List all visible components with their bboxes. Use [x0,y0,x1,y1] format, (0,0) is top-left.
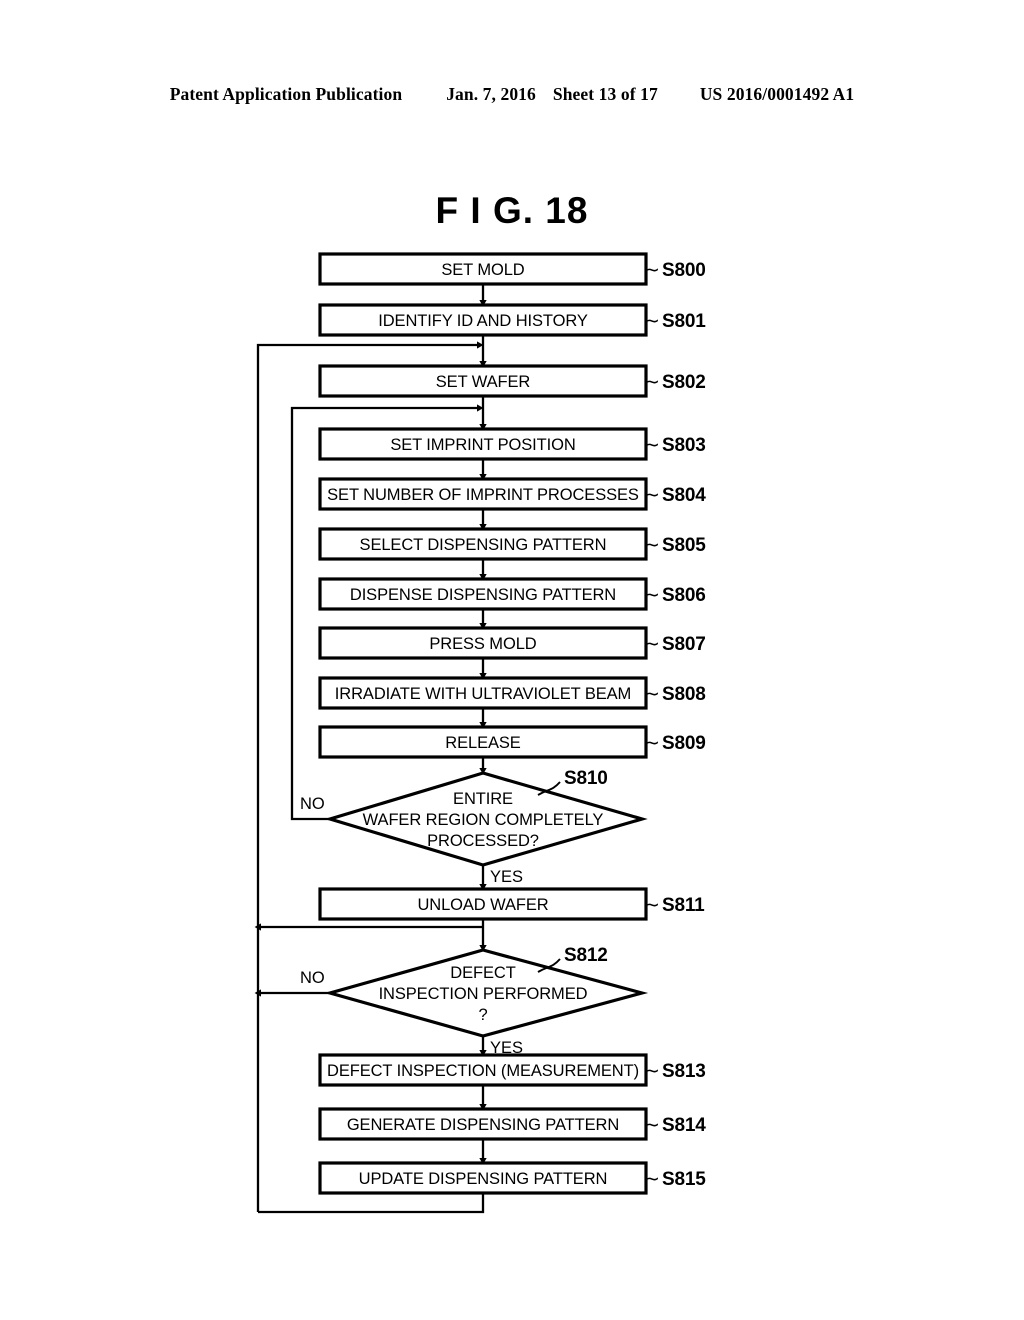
flow-node-s804: SET NUMBER OF IMPRINT PROCESSES ∼ S804 [318,477,706,511]
process-label-s804: SET NUMBER OF IMPRINT PROCESSES [327,486,639,504]
process-label-s815: UPDATE DISPENSING PATTERN [359,1170,608,1188]
step-ref-s801: S801 [662,311,706,332]
flow-node-s801: IDENTIFY ID AND HISTORY ∼ S801 [318,303,706,337]
flow-node-s811: UNLOAD WAFER ∼ S811 [318,887,705,921]
flow-node-s813: DEFECT INSPECTION (MEASUREMENT) ∼ S813 [318,1053,706,1087]
ref-tilde-s814: ∼ [644,1115,660,1136]
process-label-s811: UNLOAD WAFER [417,896,548,914]
ref-tilde-s815: ∼ [644,1169,660,1190]
process-label-s813: DEFECT INSPECTION (MEASUREMENT) [327,1062,639,1080]
process-label-s806: DISPENSE DISPENSING PATTERN [350,586,616,604]
ref-tilde-s802: ∼ [644,372,660,393]
decision-label-s812-line1: DEFECT [450,964,515,982]
flow-node-s808: IRRADIATE WITH ULTRAVIOLET BEAM ∼ S808 [318,676,706,710]
process-label-s800: SET MOLD [441,261,524,279]
flow-node-s806: DISPENSE DISPENSING PATTERN ∼ S806 [318,577,706,611]
decision-label-s810-line1: ENTIRE [453,790,513,808]
flow-node-s802: SET WAFER ∼ S802 [318,364,706,398]
step-ref-s812: S812 [564,945,608,966]
flow-node-s812: DEFECT INSPECTION PERFORMED? S812 [324,945,649,1038]
branch-label-s812-yes: YES [490,1039,523,1057]
step-ref-s804: S804 [662,485,706,506]
decision-label-s810-line3: PROCESSED? [427,832,539,850]
branch-label-s812-no: NO [300,969,325,987]
step-ref-s810: S810 [564,768,608,789]
step-ref-s809: S809 [662,733,706,754]
ref-tilde-s813: ∼ [644,1061,660,1082]
flow-node-s815: UPDATE DISPENSING PATTERN ∼ S815 [318,1161,706,1195]
process-label-s803: SET IMPRINT POSITION [390,436,575,454]
process-label-s814: GENERATE DISPENSING PATTERN [347,1116,619,1134]
decision-label-s812-line3: ? [478,1006,487,1024]
ref-tilde-s803: ∼ [644,435,660,456]
step-ref-s802: S802 [662,372,706,393]
ref-tilde-s808: ∼ [644,684,660,705]
flowchart-diagram: SET MOLD ∼ S800IDENTIFY ID AND HISTORY ∼ S80… [254,252,706,1214]
decision-label-s812-line2: INSPECTION PERFORMED [379,985,588,1003]
process-label-s802: SET WAFER [436,373,531,391]
step-ref-s811: S811 [662,895,705,916]
step-ref-s800: S800 [662,260,706,281]
flow-node-s807: PRESS MOLD ∼ S807 [318,626,706,660]
ref-tilde-s807: ∼ [644,634,660,655]
ref-tilde-s811: ∼ [644,895,660,916]
flow-node-s810: ENTIRE WAFER REGION COMPLETELY PROCESSED? S… [324,768,648,867]
step-ref-s805: S805 [662,535,706,556]
flow-node-s814: GENERATE DISPENSING PATTERN ∼ S814 [318,1107,706,1141]
step-ref-s807: S807 [662,634,706,655]
step-ref-s815: S815 [662,1169,706,1190]
ref-tilde-s809: ∼ [644,733,660,754]
process-label-s807: PRESS MOLD [429,635,536,653]
flow-node-s805: SELECT DISPENSING PATTERN ∼ S805 [318,527,706,561]
ref-tilde-s806: ∼ [644,585,660,606]
ref-tilde-s805: ∼ [644,535,660,556]
flow-node-s803: SET IMPRINT POSITION ∼ S803 [318,427,706,461]
process-label-s801: IDENTIFY ID AND HISTORY [378,312,588,330]
step-ref-s814: S814 [662,1115,706,1136]
step-ref-s803: S803 [662,435,706,456]
flow-node-s800: SET MOLD ∼ S800 [318,252,706,286]
feedback-s815-to-rail [258,1193,485,1214]
step-ref-s806: S806 [662,585,706,606]
ref-tilde-s800: ∼ [644,260,660,281]
process-label-s808: IRRADIATE WITH ULTRAVIOLET BEAM [335,685,631,703]
ref-tilde-s804: ∼ [644,485,660,506]
step-ref-s813: S813 [662,1061,706,1082]
process-label-s805: SELECT DISPENSING PATTERN [360,536,607,554]
process-label-s809: RELEASE [445,734,521,752]
decision-label-s810-line2: WAFER REGION COMPLETELY [363,811,604,829]
flow-node-s809: RELEASE ∼ S809 [318,725,706,759]
ref-tilde-s801: ∼ [644,311,660,332]
step-ref-s808: S808 [662,684,706,705]
patent-page: Patent Application Publication Jan. 7, 2… [0,0,1024,1320]
branch-label-s810-no: NO [300,795,325,813]
branch-label-s810-yes: YES [490,868,523,886]
